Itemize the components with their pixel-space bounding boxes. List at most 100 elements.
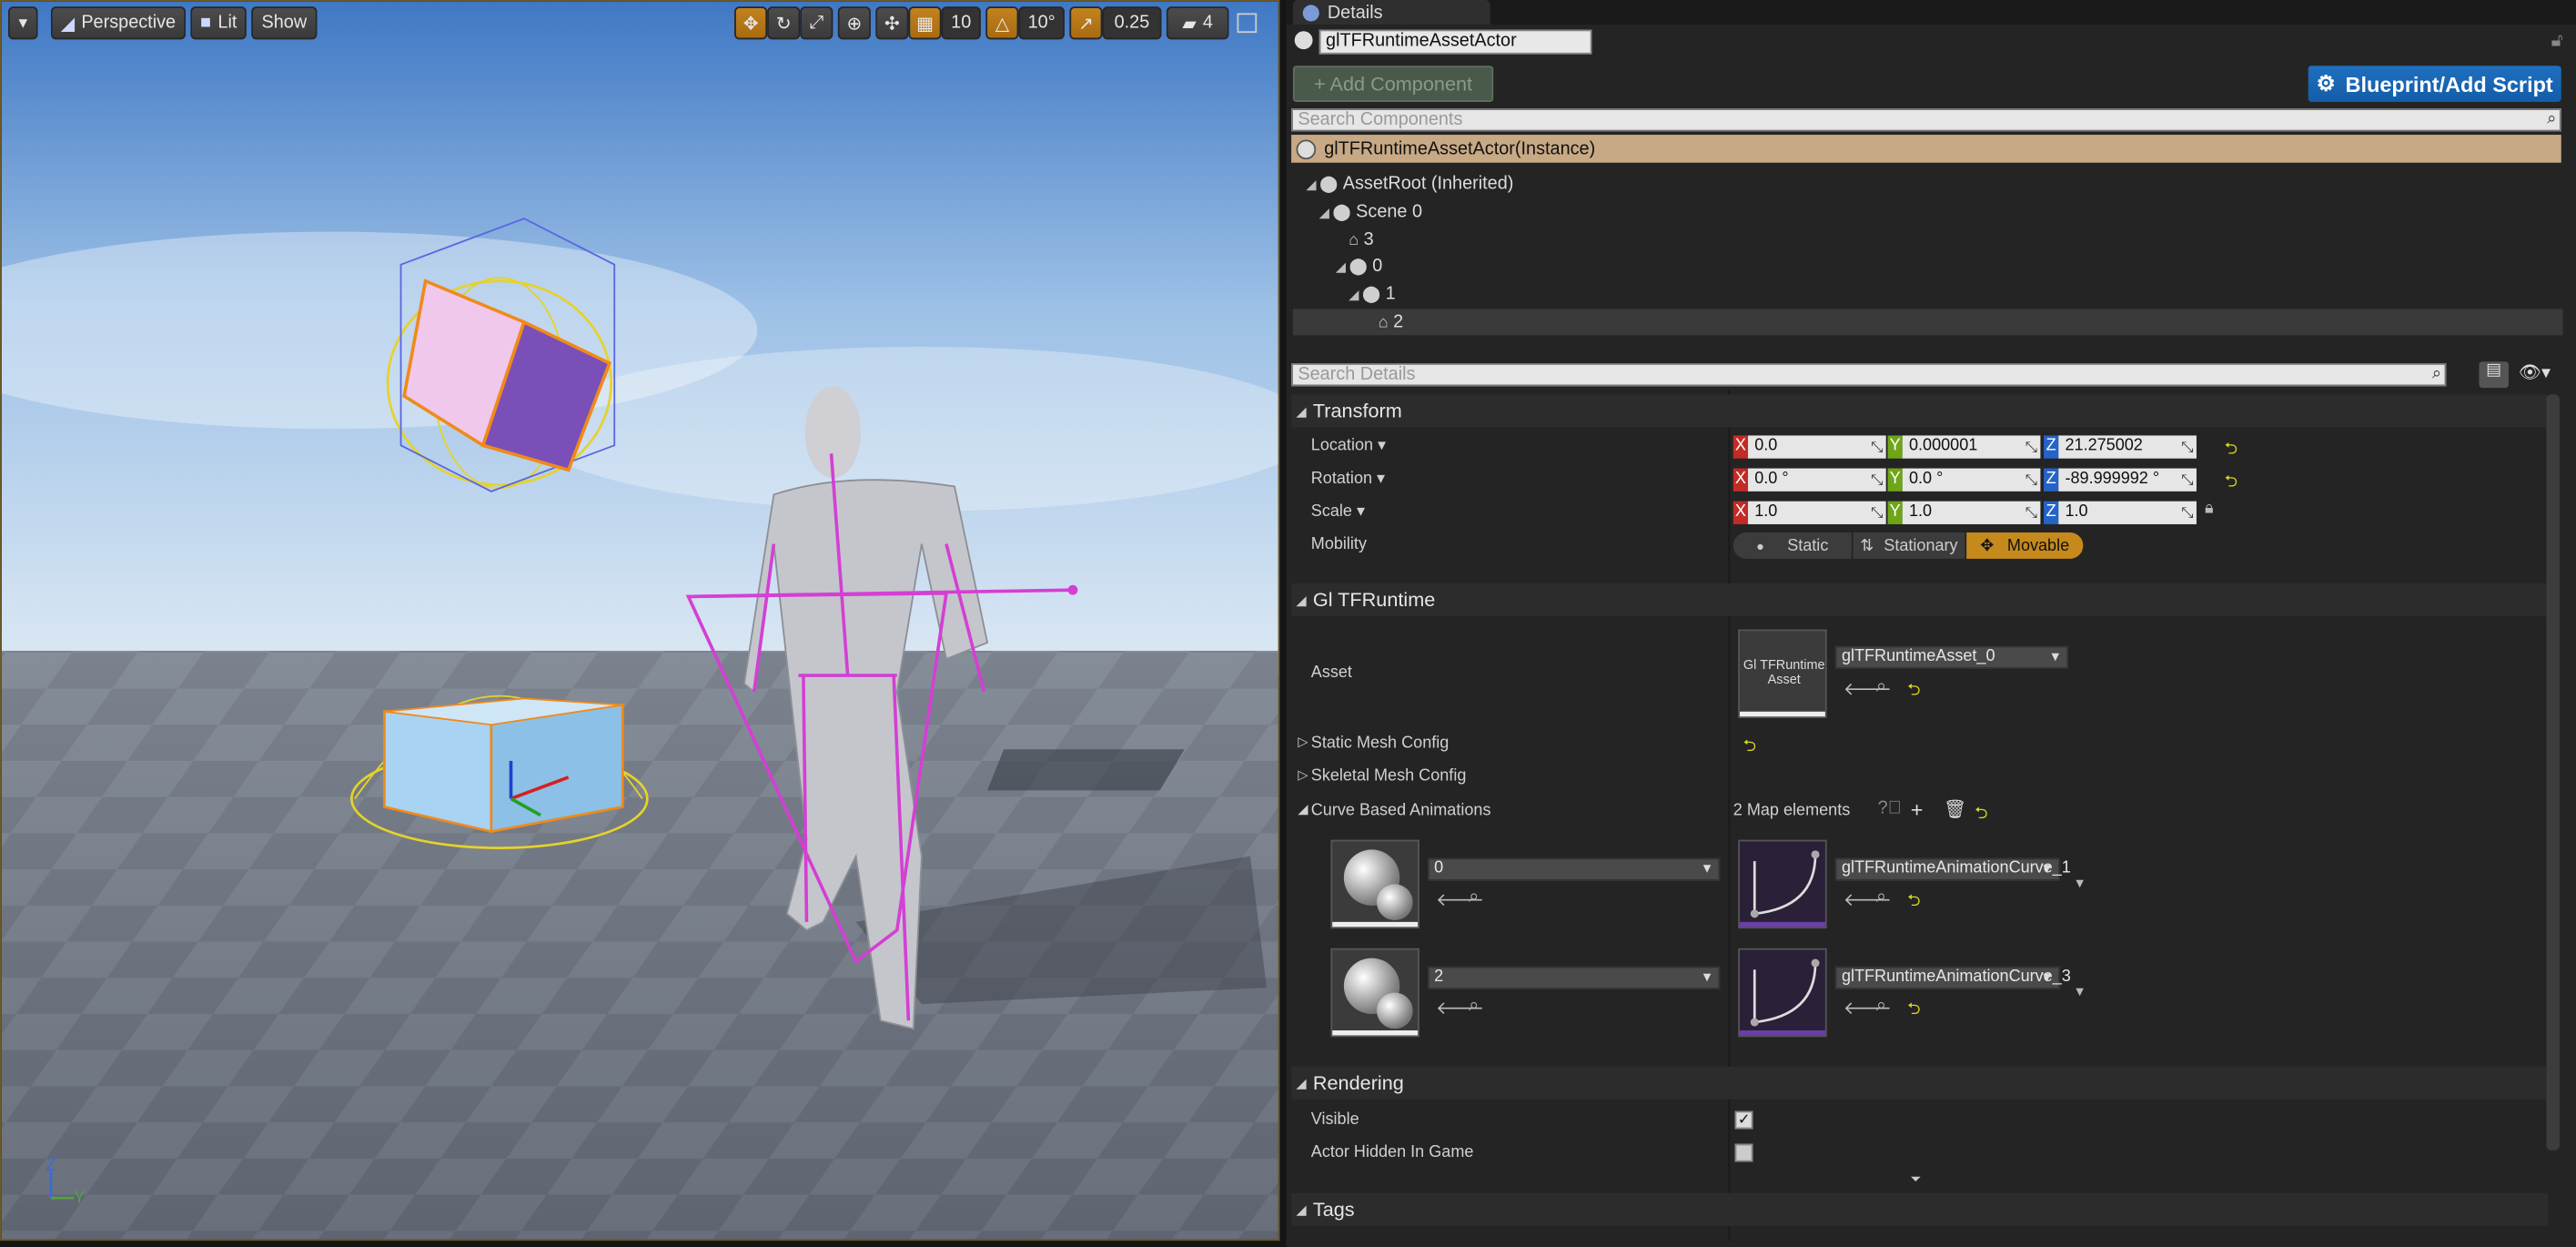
help-icon[interactable]: ?⃝ [1878,798,1902,818]
search-details-input[interactable]: Search Details ⌕ [1291,363,2447,387]
axis-x-tag: X [1732,501,1749,524]
curve-key-combo-1[interactable]: 0 ▼ [1427,857,1721,881]
reset-asset-icon[interactable]: ⮌ [1907,679,1920,707]
rotation-label[interactable]: Rotation ▾ [1311,470,1385,488]
tree-item-3[interactable]: ⌂ 3 [1349,227,1373,253]
viewport-options-button[interactable]: ▼ [8,6,38,40]
tree-item-0[interactable]: ◢ ⬤ 0 [1336,253,1382,279]
lit-cube-icon: ■ [200,13,212,34]
rotation-snap-toggle[interactable]: △ [985,6,1019,40]
scale-snap-toggle[interactable]: ↗ [1069,6,1103,40]
location-x-field[interactable]: X 0.0 ⤡ [1732,435,1886,459]
maximize-viewport-icon[interactable] [1237,13,1258,34]
scale-icon: ⤢ [809,12,824,33]
grid-snap-toggle[interactable]: ▦ [908,6,942,40]
mobility-static-button[interactable]: ● Static [1732,532,1852,559]
view-options-button[interactable]: 👁︎▾ [2519,361,2551,383]
scale-x-value: 1.0 [1754,502,1778,522]
reset-static-mesh-icon[interactable]: ⮌ [1743,735,1756,763]
column-divider[interactable] [1728,389,1731,1242]
reset-curve-icon[interactable]: ⮌ [1907,889,1920,918]
rotation-z-field[interactable]: Z -89.999992 ° ⤡ [2044,468,2197,492]
location-label[interactable]: Location ▾ [1311,437,1386,455]
grid-snap-value[interactable]: 10 [941,6,981,40]
element-menu-icon[interactable]: ▼ [2074,984,2086,999]
tab-details[interactable]: Details [1292,0,1490,25]
move-icon: ✥ [742,14,759,35]
curve-key-thumbnail-2[interactable] [1330,948,1419,1038]
add-component-button[interactable]: + Add Component [1292,66,1494,102]
rotation-snap-value[interactable]: 10° [1018,6,1065,40]
curve-value-thumbnail-1[interactable] [1738,839,1827,929]
search-components-input[interactable]: Search Components ⌕ [1291,108,2561,132]
rotation-x-field[interactable]: X 0.0 ° ⤡ [1732,468,1886,492]
static-icon: ● [1756,538,1764,553]
scale-y-field[interactable]: Y 1.0 ⤡ [1887,501,2041,524]
lit-button[interactable]: ■ Lit [190,6,247,40]
tree-item-2[interactable]: ⌂ 2 [1292,309,2563,336]
curve-key-combo-2[interactable]: 2 ▼ [1427,966,1721,989]
tags-section-header[interactable]: ◢ Tags [1291,1192,2549,1226]
details-scrollbar[interactable] [2546,394,2560,1151]
curve-value-combo-1[interactable]: glTFRuntimeAnimationCurve_1 ▼ [1834,857,2071,881]
mobility-movable-button[interactable]: ✥ Movable [1966,532,2084,559]
camera-speed-button[interactable]: ▰ 4 [1166,6,1229,40]
advanced-expand-icon[interactable]: ⏷ [1911,1171,1922,1188]
visible-checkbox[interactable]: ✓ [1734,1110,1753,1130]
scale-label[interactable]: Scale ▾ [1311,502,1365,521]
gltf-section-header[interactable]: ◢ Gl TFRuntime [1291,583,2549,617]
translate-mode-button[interactable]: ✥ [734,6,768,40]
reset-curve-icon[interactable]: ⮌ [1907,998,1920,1026]
scale-snap-value-label: 0.25 [1114,13,1150,34]
collapse-triangle-icon: ◢ [1296,403,1307,419]
add-element-icon[interactable]: + [1911,797,1924,822]
property-matrix-button[interactable]: ▤ [2479,361,2509,389]
reset-curves-icon[interactable]: ⮌ [1975,802,1987,830]
browse-search-icon[interactable]: ⌕ [1469,996,1479,1017]
element-menu-icon[interactable]: ▼ [2074,876,2086,890]
scale-z-field[interactable]: Z 1.0 ⤡ [2044,501,2197,524]
actor-name-field[interactable]: glTFRuntimeAssetActor [1318,29,1592,55]
curve-value-combo-2[interactable]: glTFRuntimeAnimationCurve_3 ▼ [1834,966,2071,989]
rendering-section-label: Rendering [1312,1071,1404,1095]
lock-icon[interactable]: 🔓︎ [2551,31,2563,52]
tree-item-1[interactable]: ◢ ⬤ 1 [1349,281,1395,308]
mobility-stationary-button[interactable]: ⇅ Stationary [1853,532,1965,559]
actor-hidden-checkbox[interactable] [1734,1143,1753,1162]
reset-location-icon[interactable]: ⮌ [2225,437,2238,465]
mobility-label: Mobility [1310,535,1367,554]
scale-snap-value[interactable]: 0.25 [1102,6,1162,40]
scale-x-field[interactable]: X 1.0 ⤡ [1732,501,1886,524]
rendering-section-header[interactable]: ◢ Rendering [1291,1066,2549,1100]
blueprint-icon: ⚙ [2316,70,2336,96]
surface-snap-button[interactable]: ✣ [875,6,909,40]
instance-row[interactable]: glTFRuntimeAssetActor(Instance) [1291,135,2561,163]
tree-item-assetroot[interactable]: ◢ ⬤ AssetRoot (Inherited) [1306,171,1513,198]
rotate-mode-button[interactable]: ↻ [767,6,801,40]
asset-thumbnail[interactable]: Gl TFRuntime Asset [1738,629,1827,718]
location-y-field[interactable]: Y 0.000001 ⤡ [1887,435,2041,459]
location-z-field[interactable]: Z 21.275002 ⤡ [2044,435,2197,459]
reset-rotation-icon[interactable]: ⮌ [2225,470,2238,498]
tree-item-scene0[interactable]: ◢ ⬤ Scene 0 [1319,198,1422,225]
scene-component-icon: ⬤ [1332,202,1351,221]
browse-search-icon[interactable]: ⌕ [1876,677,1886,698]
delete-elements-icon[interactable]: 🗑︎ [1944,798,1966,820]
tree-item-label: 3 [1363,229,1374,250]
browse-search-icon[interactable]: ⌕ [1469,887,1479,908]
rotation-y-field[interactable]: Y 0.0 ° ⤡ [1887,468,2041,492]
blueprint-add-script-button[interactable]: ⚙ Blueprint/Add Script [2308,66,2561,102]
scale-mode-button[interactable]: ⤢ [800,6,833,40]
world-local-button[interactable]: ⊕ [837,6,871,40]
curve-value-thumbnail-2[interactable] [1738,948,1827,1038]
axis-x-tag: X [1732,435,1749,459]
lock-scale-icon[interactable]: 🔒︎ [2205,500,2214,518]
asset-combo[interactable]: glTFRuntimeAsset_0 ▼ [1834,645,2069,669]
perspective-button[interactable]: ◢ Perspective [50,6,186,40]
curve-key-thumbnail-1[interactable] [1330,839,1419,929]
show-button[interactable]: Show [251,6,318,40]
browse-search-icon[interactable]: ⌕ [1876,996,1886,1017]
transform-section-header[interactable]: ◢ Transform [1291,394,2549,428]
browse-search-icon[interactable]: ⌕ [1876,887,1886,908]
level-viewport[interactable]: Z Y ▼ ◢ Perspective ■ Lit Show ✥ ↻ ⤢ ⊕ ✣ ▦… [0,0,1280,1242]
